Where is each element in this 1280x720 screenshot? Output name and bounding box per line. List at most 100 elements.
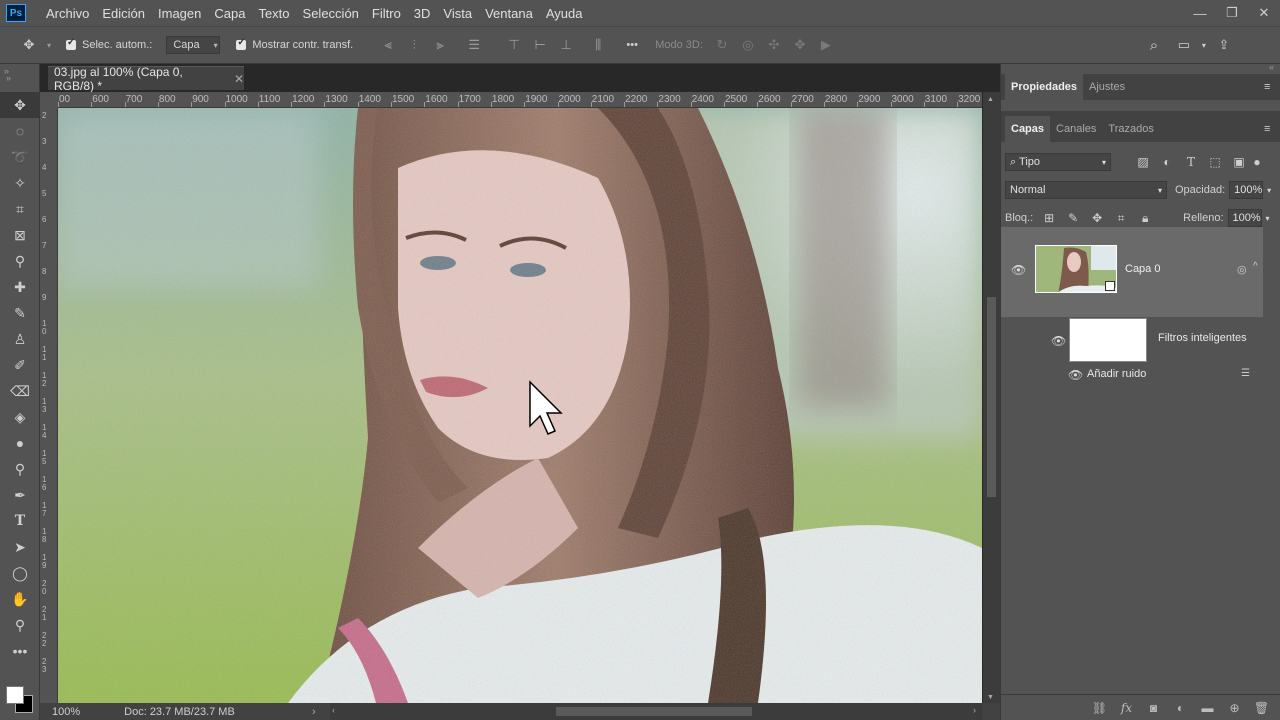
crop-tool-icon[interactable]: ⌗ (0, 196, 40, 222)
horizontal-scrollbar[interactable]: ‹ › (330, 703, 982, 720)
add-mask-icon[interactable]: ◙ (1140, 701, 1167, 715)
type-filter-icon[interactable]: T (1179, 155, 1203, 169)
eyedropper-tool-icon[interactable]: ⚲ (0, 248, 40, 274)
layer-row[interactable]: 👁︎ Capa 0 ◎ ^ (1001, 227, 1263, 317)
auto-select-option[interactable]: Selec. autom.: (66, 37, 152, 51)
distribute-icon[interactable]: ☰ (461, 37, 487, 53)
smart-object-filter-icon[interactable]: ▣ (1227, 155, 1251, 169)
zoom-tool-icon[interactable]: ⚲ (0, 612, 40, 638)
color-swatches[interactable] (4, 684, 36, 716)
smart-filters-eye-icon[interactable]: 👁︎ (1051, 334, 1066, 348)
show-transform-checkbox[interactable] (236, 37, 247, 50)
menu-ventana[interactable]: Ventana (485, 6, 541, 21)
smart-filter-mask-thumbnail[interactable] (1069, 318, 1147, 362)
lock-position-icon[interactable]: ✥ (1085, 211, 1109, 225)
blend-mode-dropdown[interactable]: Normal ▾ (1005, 181, 1167, 199)
lock-pixels-icon[interactable]: ✎ (1061, 211, 1085, 225)
chevron-right-icon[interactable]: › (312, 706, 316, 718)
tab-propiedades[interactable]: Propiedades (1005, 74, 1084, 100)
add-noise-filter[interactable]: Añadir ruido (1087, 368, 1146, 380)
collapse-panels-icon[interactable]: » (4, 66, 9, 76)
menu-texto[interactable]: Texto (258, 6, 297, 21)
layer-kind-filter[interactable]: ⌕ Tipo ▾ (1005, 153, 1111, 171)
new-group-icon[interactable]: ▬ (1194, 701, 1221, 715)
lock-all-icon[interactable]: 🔒︎ (1133, 211, 1157, 226)
shape-filter-icon[interactable]: ⬚ (1203, 155, 1227, 169)
panel-menu-icon[interactable]: ≡ (1264, 81, 1274, 93)
menu-archivo[interactable]: Archivo (46, 6, 97, 21)
tab-capas[interactable]: Capas (1005, 116, 1051, 142)
eye-icon[interactable]: 👁︎ (1011, 263, 1026, 277)
minimize-button[interactable]: — (1184, 0, 1216, 26)
horizontal-scroll-thumb[interactable] (556, 707, 752, 716)
paint-bucket-tool-icon[interactable]: ◈ (0, 404, 40, 430)
lasso-tool-icon[interactable]: ➰ (0, 144, 40, 170)
scroll-down-icon[interactable]: ▼ (987, 694, 994, 701)
align-left-icon[interactable]: ⫷ (375, 37, 401, 53)
dodge-tool-icon[interactable]: ⚲ (0, 456, 40, 482)
lock-transparent-icon[interactable]: ⊞ (1037, 211, 1061, 225)
vertical-scroll-thumb[interactable] (987, 297, 996, 497)
opacity-chevron-icon[interactable]: ▾ (1267, 186, 1271, 195)
scroll-left-icon[interactable]: ‹ (332, 705, 335, 715)
auto-select-dropdown[interactable]: Capa ▾ (166, 36, 221, 54)
image-canvas[interactable] (58, 108, 982, 703)
menu-capa[interactable]: Capa (214, 6, 253, 21)
tab-canales[interactable]: Canales (1050, 116, 1102, 142)
drag-3d-icon[interactable]: ✣ (761, 37, 787, 53)
auto-select-checkbox[interactable] (66, 37, 76, 50)
fx-icon[interactable]: fx (1113, 701, 1140, 715)
delete-layer-icon[interactable]: 🗑︎ (1248, 701, 1275, 715)
new-layer-icon[interactable]: ⊕ (1221, 701, 1248, 715)
image-filter-icon[interactable]: ▨ (1131, 155, 1155, 169)
path-selection-tool-icon[interactable]: ➤ (0, 534, 40, 560)
menu-edicion[interactable]: Edición (102, 6, 153, 21)
collapse-effects-icon[interactable]: ^ (1253, 261, 1258, 272)
healing-brush-tool-icon[interactable]: ✚ (0, 274, 40, 300)
foreground-color-swatch[interactable] (6, 686, 24, 704)
document-tab[interactable]: 03.jpg al 100% (Capa 0, RGB/8) * ✕ (48, 65, 244, 93)
align-middle-icon[interactable]: ⊢ (527, 37, 553, 53)
tab-trazados[interactable]: Trazados (1102, 116, 1159, 142)
filter-blending-options-icon[interactable]: ☰ (1241, 368, 1250, 379)
share-icon[interactable]: ⇪ (1211, 37, 1237, 53)
scroll-right-icon[interactable]: › (973, 705, 976, 715)
layers-scrollbar[interactable] (1263, 227, 1280, 387)
camera-3d-icon[interactable]: ▶ (813, 37, 839, 53)
slide-3d-icon[interactable]: ✥ (787, 37, 813, 53)
lock-artboard-icon[interactable]: ⌗ (1109, 211, 1133, 226)
align-top-icon[interactable]: ⊤ (501, 37, 527, 53)
smart-filter-visibility-icon[interactable]: ◎ (1237, 263, 1247, 276)
orbit-3d-icon[interactable]: ↻ (709, 37, 735, 53)
filter-eye-icon[interactable]: 👁︎ (1068, 368, 1083, 382)
zoom-level[interactable]: 100% (52, 706, 80, 718)
edit-toolbar-icon[interactable]: ••• (0, 638, 40, 664)
close-button[interactable]: ✕ (1248, 0, 1280, 26)
menu-vista[interactable]: Vista (443, 6, 480, 21)
fill-chevron-icon[interactable]: ▾ (1266, 214, 1270, 223)
vertical-scrollbar[interactable]: ▲ ▼ (983, 92, 1000, 703)
roll-3d-icon[interactable]: ◎ (735, 37, 761, 53)
type-tool-icon[interactable]: T (0, 508, 40, 534)
menu-imagen[interactable]: Imagen (158, 6, 209, 21)
clone-stamp-tool-icon[interactable]: ♙ (0, 326, 40, 352)
menu-ayuda[interactable]: Ayuda (546, 6, 591, 21)
search-icon[interactable]: ⌕ (1141, 37, 1167, 54)
tool-preset-chevron-icon[interactable]: ▾ (42, 41, 56, 50)
fill-input[interactable]: 100% (1227, 209, 1262, 227)
collapse-panel-icon[interactable]: « (1269, 62, 1274, 72)
show-transform-option[interactable]: Mostrar contr. transf. (236, 37, 353, 51)
move-tool-icon[interactable]: ✥ (16, 37, 42, 53)
menu-filtro[interactable]: Filtro (372, 6, 409, 21)
opacity-input[interactable]: 100% (1229, 181, 1264, 199)
ellipse-tool-icon[interactable]: ◯ (0, 560, 40, 586)
magic-wand-tool-icon[interactable]: ✧ (0, 170, 40, 196)
close-icon[interactable]: ✕ (234, 72, 244, 86)
frame-tool-icon[interactable]: ⊠ (0, 222, 40, 248)
marquee-tool-icon[interactable]: ◌ (0, 118, 40, 144)
workspace-chevron-icon[interactable]: ▾ (1197, 41, 1211, 50)
align-right-icon[interactable]: ⫸ (427, 37, 453, 53)
layers-menu-icon[interactable]: ≡ (1264, 123, 1274, 135)
distribute-vertical-icon[interactable]: ⫼ (585, 37, 611, 53)
adjustment-filter-icon[interactable]: ◐ (1155, 155, 1179, 169)
